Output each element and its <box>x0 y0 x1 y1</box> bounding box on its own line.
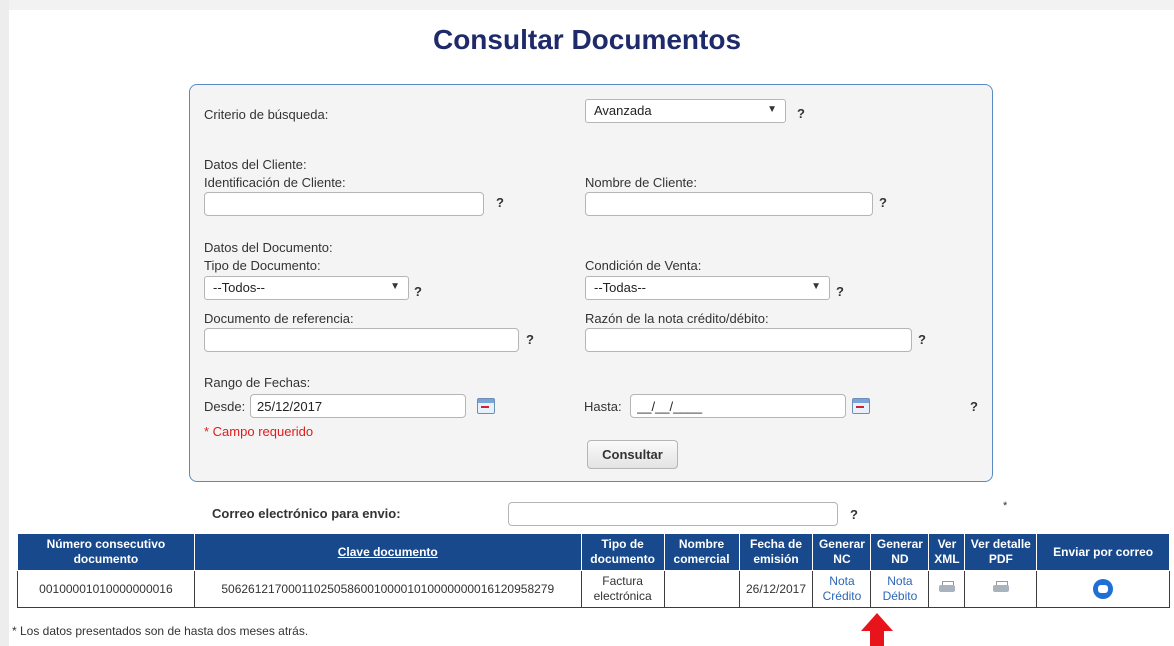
col-header-consecutivo: Número consecutivo documento <box>17 533 195 571</box>
nombre-cliente-label: Nombre de Cliente: <box>585 175 697 190</box>
correo-input[interactable] <box>508 502 838 526</box>
left-strip <box>0 0 9 646</box>
clave-sort-link[interactable]: Clave documento <box>338 545 438 559</box>
cell-clave: 5062612170001102505860010000101000000001… <box>193 570 582 608</box>
calendar-icon[interactable] <box>852 398 870 414</box>
col-header-enviar: Enviar por correo <box>1036 533 1170 571</box>
page-title: Consultar Documentos <box>432 24 742 55</box>
cell-ver-xml <box>928 570 966 608</box>
top-strip <box>0 0 1174 10</box>
help-icon[interactable]: ? <box>496 195 504 210</box>
desde-date-input[interactable] <box>250 394 466 418</box>
condicion-venta-select[interactable]: --Todas-- ▼ <box>585 276 830 300</box>
results-table: Número consecutivo documento Clave docum… <box>17 533 1170 608</box>
table-header-row: Número consecutivo documento Clave docum… <box>17 533 1170 571</box>
required-field-note: * Campo requerido <box>204 424 314 439</box>
printer-icon[interactable] <box>992 581 1009 593</box>
doc-referencia-label: Documento de referencia: <box>204 311 354 326</box>
chevron-down-icon: ▼ <box>390 281 400 292</box>
consultar-button[interactable]: Consultar <box>587 440 678 469</box>
datos-documento-heading: Datos del Documento: <box>204 240 333 255</box>
help-icon[interactable]: ? <box>850 507 858 522</box>
tipo-documento-label: Tipo de Documento: <box>204 258 321 273</box>
hasta-label: Hasta: <box>584 399 622 414</box>
calendar-icon[interactable] <box>477 398 495 414</box>
help-icon[interactable]: ? <box>918 332 926 347</box>
col-header-clave[interactable]: Clave documento <box>193 533 582 571</box>
cell-generar-nd: Nota Débito <box>870 570 930 608</box>
chevron-down-icon: ▼ <box>811 281 821 292</box>
mail-icon[interactable] <box>1093 579 1114 599</box>
col-header-generar-nc: Generar NC <box>812 533 872 571</box>
cell-ver-pdf <box>964 570 1038 608</box>
razon-nota-input[interactable] <box>585 328 912 352</box>
criterio-label: Criterio de búsqueda: <box>204 107 329 122</box>
datos-cliente-heading: Datos del Cliente: <box>204 157 307 172</box>
nota-credito-link[interactable]: Nota Crédito <box>823 574 862 603</box>
chevron-down-icon: ▼ <box>767 104 777 115</box>
desde-label: Desde: <box>204 399 246 414</box>
help-icon[interactable]: ? <box>797 106 805 121</box>
help-icon[interactable]: ? <box>879 195 887 210</box>
required-asterisk: * <box>1003 500 1008 512</box>
nombre-cliente-input[interactable] <box>585 192 873 216</box>
hasta-date-input[interactable] <box>630 394 846 418</box>
criterio-select-value: Avanzada <box>594 103 652 118</box>
help-icon[interactable]: ? <box>970 399 978 414</box>
criterio-select[interactable]: Avanzada ▼ <box>585 99 786 123</box>
arrow-up-icon <box>861 613 893 631</box>
help-icon[interactable]: ? <box>414 284 422 299</box>
condicion-venta-label: Condición de Venta: <box>585 258 702 273</box>
arrow-stem <box>870 630 884 646</box>
cell-tipo: Factura electrónica <box>580 570 665 608</box>
col-header-ver-xml: Ver XML <box>928 533 966 571</box>
printer-icon[interactable] <box>938 581 955 593</box>
col-header-ver-pdf: Ver detalle PDF <box>964 533 1038 571</box>
col-header-generar-nd: Generar ND <box>870 533 930 571</box>
col-header-nombre: Nombre comercial <box>663 533 740 571</box>
razon-nota-label: Razón de la nota crédito/débito: <box>585 311 769 326</box>
cell-fecha: 26/12/2017 <box>738 570 814 608</box>
nota-debito-link[interactable]: Nota Débito <box>883 574 918 603</box>
condicion-venta-value: --Todas-- <box>594 280 647 295</box>
doc-referencia-input[interactable] <box>204 328 519 352</box>
rango-fechas-heading: Rango de Fechas: <box>204 375 311 390</box>
tipo-documento-select[interactable]: --Todos-- ▼ <box>204 276 409 300</box>
col-header-tipo: Tipo de documento <box>580 533 665 571</box>
cell-generar-nc: Nota Crédito <box>812 570 872 608</box>
id-cliente-label: Identificación de Cliente: <box>204 175 346 190</box>
table-row: 00100001010000000016 5062612170001102505… <box>17 570 1170 608</box>
col-header-fecha: Fecha de emisión <box>738 533 814 571</box>
help-icon[interactable]: ? <box>526 332 534 347</box>
cell-enviar-correo <box>1036 570 1170 608</box>
tipo-documento-value: --Todos-- <box>213 280 266 295</box>
help-icon[interactable]: ? <box>836 284 844 299</box>
cell-consecutivo: 00100001010000000016 <box>17 570 195 608</box>
cell-nombre <box>663 570 740 608</box>
footnote: * Los datos presentados son de hasta dos… <box>12 624 309 638</box>
id-cliente-input[interactable] <box>204 192 484 216</box>
correo-label: Correo electrónico para envio: <box>212 506 401 521</box>
